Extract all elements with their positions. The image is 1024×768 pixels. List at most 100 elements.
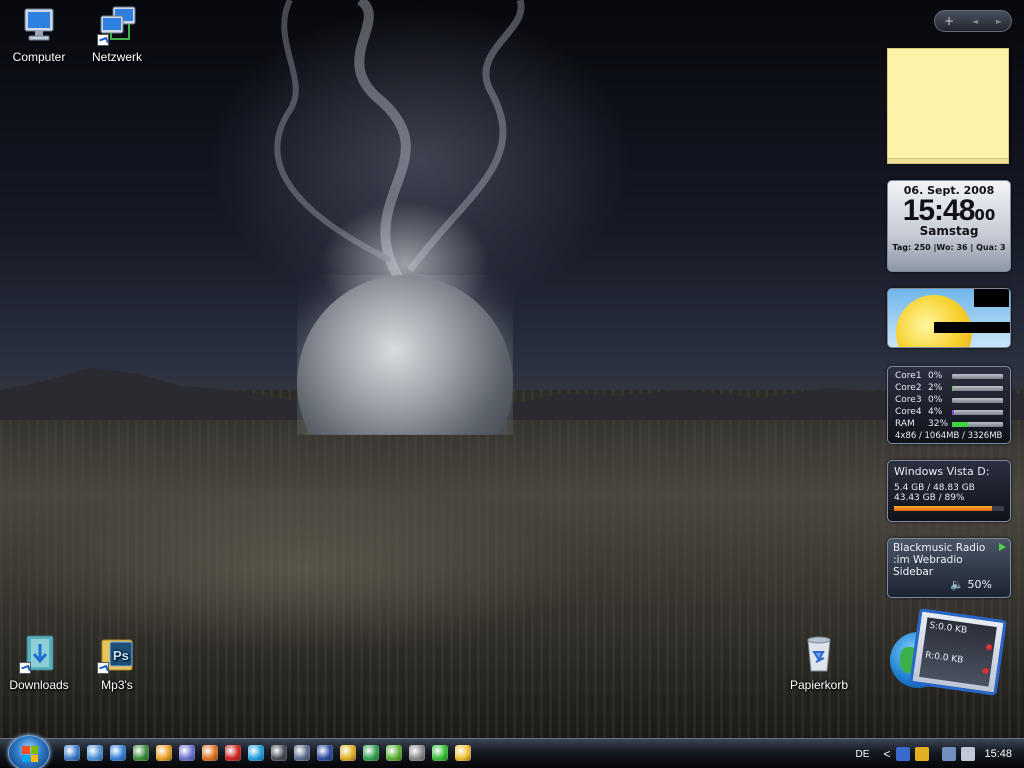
drive-used: 5.4 GB / 48.83 GB: [894, 483, 975, 493]
cpu-meter-bar: [952, 409, 1003, 415]
photoshop-folder-icon: Ps: [97, 634, 137, 674]
cpu-meter-row: Core1 0%: [895, 370, 1003, 382]
cpu-meter-row: RAM 32%: [895, 418, 1003, 430]
app-green-icon[interactable]: [133, 745, 149, 761]
previous-page-button[interactable]: ◄: [972, 17, 978, 26]
messenger-icon[interactable]: [363, 745, 379, 761]
drive-usage-bar: [894, 506, 1004, 511]
headphones-icon[interactable]: [294, 745, 310, 761]
pencil-icon[interactable]: [340, 745, 356, 761]
weather-redacted-block: [974, 289, 1009, 307]
network-tray-icon[interactable]: [942, 747, 957, 761]
play-icon[interactable]: [999, 543, 1006, 551]
shortcut-arrow-icon: [19, 662, 31, 674]
cpu-meter-bar: [952, 397, 1003, 403]
radio-volume[interactable]: 🔈 50%: [950, 578, 992, 591]
cpu-meter-row: Core4 4%: [895, 406, 1003, 418]
orb-icon[interactable]: [179, 745, 195, 761]
wallpaper-smoke: [274, 0, 525, 283]
desktop-icon-label: Netzwerk: [91, 50, 142, 64]
drive-free: 43.43 GB / 89%: [894, 493, 965, 503]
cpu-meter-label: Core2: [895, 383, 922, 393]
windows-logo-icon: [22, 746, 38, 762]
computer-icon: [19, 6, 59, 46]
cpu-meter-row: Core2 2%: [895, 382, 1003, 394]
cpu-meter-value: 2%: [928, 383, 943, 393]
volume-tray-icon[interactable]: [961, 747, 976, 761]
clover-icon[interactable]: [432, 745, 448, 761]
downloads-folder-icon: [19, 634, 59, 674]
network-monitor-screen: S:0.0 KB R:0.0 KB: [909, 608, 1007, 696]
weather-gadget[interactable]: [887, 288, 1011, 348]
desktop-icon-downloads[interactable]: Downloads: [4, 634, 74, 692]
cpu-meter-value: 32%: [928, 419, 949, 429]
speaker-icon: 🔈: [950, 578, 965, 591]
desktop-icon-label: Papierkorb: [789, 678, 849, 692]
taskbar: DE < 15:48: [0, 735, 1024, 768]
pencil-tray-icon[interactable]: [915, 747, 930, 761]
firefox-icon[interactable]: [202, 745, 218, 761]
tool-icon[interactable]: [317, 745, 333, 761]
cpu-meter-gadget[interactable]: Core1 0% Core2 2% Core3 0% Core4 4% RAM 32% 4x86 …: [887, 366, 1011, 444]
cpu-meter-label: Core3: [895, 395, 922, 405]
radio-station: Blackmusic Radio: [893, 542, 986, 554]
radio-volume-value: 50%: [967, 578, 992, 591]
clock-time: 15:48: [902, 194, 976, 227]
drive-usage-fill: [894, 506, 992, 511]
system-tray: DE < 15:48: [856, 739, 1024, 768]
desktop-icon-label: Mp3's: [101, 678, 133, 692]
clock-gadget[interactable]: 06. Sept. 2008 15:4800 Samstag Tag: 250 …: [887, 180, 1011, 272]
show-desktop-icon[interactable]: [64, 745, 80, 761]
cpu-meter-label: RAM: [895, 419, 915, 429]
clock-seconds: 00: [974, 206, 996, 224]
clock-info: Tag: 250 |Wo: 36 | Qua: 3: [892, 243, 1006, 252]
wallpaper-ground: [0, 390, 1024, 740]
cpu-meter-bar: [952, 373, 1003, 379]
add-gadget-button[interactable]: +: [944, 14, 954, 28]
cpu-meter-value: 0%: [928, 371, 943, 381]
radio-subtitle: :im Webradio Sidebar: [893, 554, 963, 578]
svg-text:Ps: Ps: [113, 648, 129, 663]
internet-explorer-icon[interactable]: [110, 745, 126, 761]
next-page-button[interactable]: ►: [996, 17, 1002, 26]
steam-icon[interactable]: [271, 745, 287, 761]
desktop-icon-mp3s[interactable]: Ps Mp3's: [82, 634, 152, 692]
cpu-meter-row: Core3 0%: [895, 394, 1003, 406]
desktop-icon-network[interactable]: Netzwerk: [82, 6, 152, 64]
user-tray-icon[interactable]: [896, 747, 911, 761]
notes-gadget[interactable]: [887, 48, 1009, 164]
led-indicator: [982, 667, 990, 675]
sidebar-controls: + ◄ ►: [934, 10, 1012, 32]
start-button[interactable]: [8, 735, 50, 768]
opera-icon[interactable]: [225, 745, 241, 761]
language-indicator[interactable]: DE: [856, 749, 870, 760]
drive-meter-gadget[interactable]: Windows Vista D: 5.4 GB / 48.83 GB 43.43…: [887, 460, 1011, 522]
switch-windows-icon[interactable]: [87, 745, 103, 761]
terminal-icon[interactable]: [409, 745, 425, 761]
cpu-meter-value: 4%: [928, 407, 943, 417]
cpu-meter-label: Core4: [895, 407, 922, 417]
led-indicator: [985, 643, 993, 651]
cpu-meter-bar: [952, 385, 1003, 391]
desktop-icon-recycle-bin[interactable]: Papierkorb: [784, 634, 854, 692]
xbox-icon[interactable]: [386, 745, 402, 761]
notes-icon[interactable]: [455, 745, 471, 761]
cpu-meter-bar: [952, 421, 1003, 427]
taskbar-clock[interactable]: 15:48: [984, 748, 1012, 760]
desktop-icon-computer[interactable]: Computer: [4, 6, 74, 64]
cpu-meter-fill: [952, 409, 955, 415]
show-hidden-icons-button[interactable]: <: [883, 747, 890, 761]
network-meter-gadget[interactable]: S:0.0 KB R:0.0 KB: [890, 608, 1015, 710]
skype-icon[interactable]: [248, 745, 264, 761]
cpu-meter-label: Core1: [895, 371, 922, 381]
cpu-meter-fill: [952, 421, 969, 427]
weather-redacted-block: [934, 322, 1010, 333]
network-icon: [97, 6, 137, 46]
recycle-bin-icon: [799, 634, 839, 674]
desktop-icon-label: Computer: [12, 50, 66, 64]
cpu-meter-value: 0%: [928, 395, 943, 405]
quick-launch-toolbar: [64, 745, 471, 761]
media-player-icon[interactable]: [156, 745, 172, 761]
drive-title: Windows Vista D:: [894, 465, 990, 478]
webradio-gadget[interactable]: Blackmusic Radio :im Webradio Sidebar 🔈 …: [887, 538, 1011, 598]
